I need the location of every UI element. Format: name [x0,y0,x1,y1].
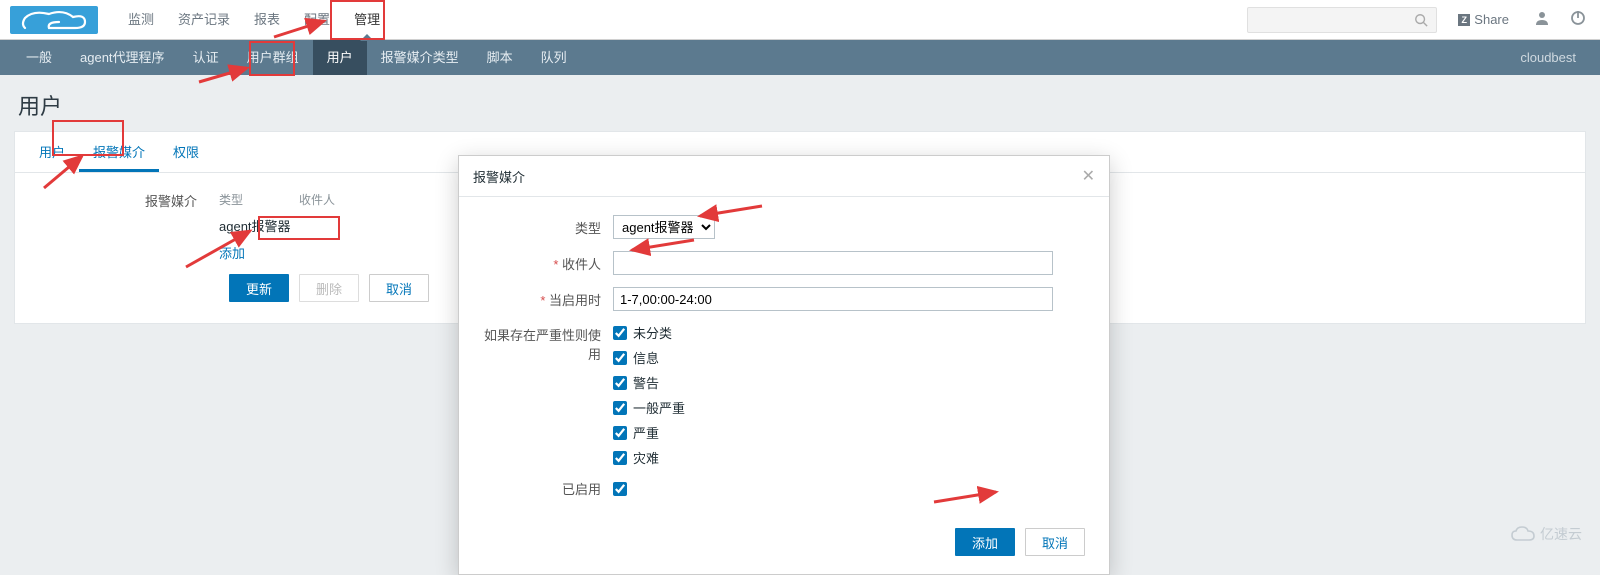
page-title: 用户 [0,75,1600,131]
logo[interactable] [10,6,98,34]
subnav-scripts[interactable]: 脚本 [473,40,527,75]
share-button[interactable]: Z Share [1449,7,1518,33]
modal-cancel-button[interactable]: 取消 [1025,528,1085,556]
sev-unclassified[interactable]: 未分类 [613,323,685,342]
cancel-button[interactable]: 取消 [369,274,429,302]
cloud-icon [1510,526,1536,542]
modal-title: 报警媒介 [473,167,525,186]
global-search[interactable] [1247,7,1437,33]
sev-disaster[interactable]: 灾难 [613,448,685,467]
enabled-checkbox[interactable] [613,482,627,496]
media-section-label: 报警媒介 [33,187,213,210]
update-button[interactable]: 更新 [229,274,289,302]
nav-admin[interactable]: 管理 [342,0,392,40]
share-label: Share [1474,12,1509,27]
label-recipient: 收件人 [483,254,613,273]
nav-monitor[interactable]: 监测 [116,0,166,40]
modal-add-button[interactable]: 添加 [955,528,1015,556]
power-icon[interactable] [1566,6,1590,33]
sev-high[interactable]: 严重 [613,423,685,442]
nav-reports[interactable]: 报表 [242,0,292,40]
sev-average[interactable]: 一般严重 [613,398,685,417]
label-enabled: 已启用 [483,479,613,498]
search-icon [1414,13,1428,27]
recipient-input[interactable] [613,251,1053,275]
share-icon: Z [1458,14,1470,26]
subnav-proxies[interactable]: agent代理程序 [66,40,179,75]
brand-label: cloudbest [1520,50,1588,65]
subnav-auth[interactable]: 认证 [179,40,233,75]
label-when: 当启用时 [483,290,613,309]
type-select[interactable]: agent报警器 [613,215,715,239]
sev-info[interactable]: 信息 [613,348,685,367]
subnav-general[interactable]: 一般 [12,40,66,75]
subnav-users[interactable]: 用户 [313,40,367,75]
subnav-usergroups[interactable]: 用户群组 [233,40,313,75]
media-row-1: agent报警器 [213,212,413,239]
delete-button: 删除 [299,274,359,302]
top-nav: 监测 资产记录 报表 配置 管理 Z Share [0,0,1600,40]
nav-inventory[interactable]: 资产记录 [166,0,242,40]
subnav-queue[interactable]: 队列 [527,40,581,75]
media-grid: 类型 收件人 agent报警器 添加 [213,187,413,266]
watermark: 亿速云 [1510,524,1582,544]
sev-warning[interactable]: 警告 [613,373,685,392]
when-input[interactable] [613,287,1053,311]
label-severity: 如果存在严重性则使用 [483,323,613,363]
nav-config[interactable]: 配置 [292,0,342,40]
media-modal: 报警媒介 ✕ 类型 agent报警器 收件人 当启用时 如果存在严重性则使用 未… [458,155,1110,575]
label-type: 类型 [483,218,613,237]
modal-close-icon[interactable]: ✕ [1082,166,1095,186]
subnav-mediatypes[interactable]: 报警媒介类型 [367,40,473,75]
tab-user[interactable]: 用户 [25,132,79,172]
tab-perm[interactable]: 权限 [159,132,213,172]
tab-media[interactable]: 报警媒介 [79,132,159,172]
col-recipient: 收件人 [299,191,335,208]
col-type: 类型 [219,191,299,208]
sub-nav: 一般 agent代理程序 认证 用户群组 用户 报警媒介类型 脚本 队列 clo… [0,40,1600,75]
add-media-link[interactable]: 添加 [213,239,251,266]
user-icon[interactable] [1530,6,1554,33]
